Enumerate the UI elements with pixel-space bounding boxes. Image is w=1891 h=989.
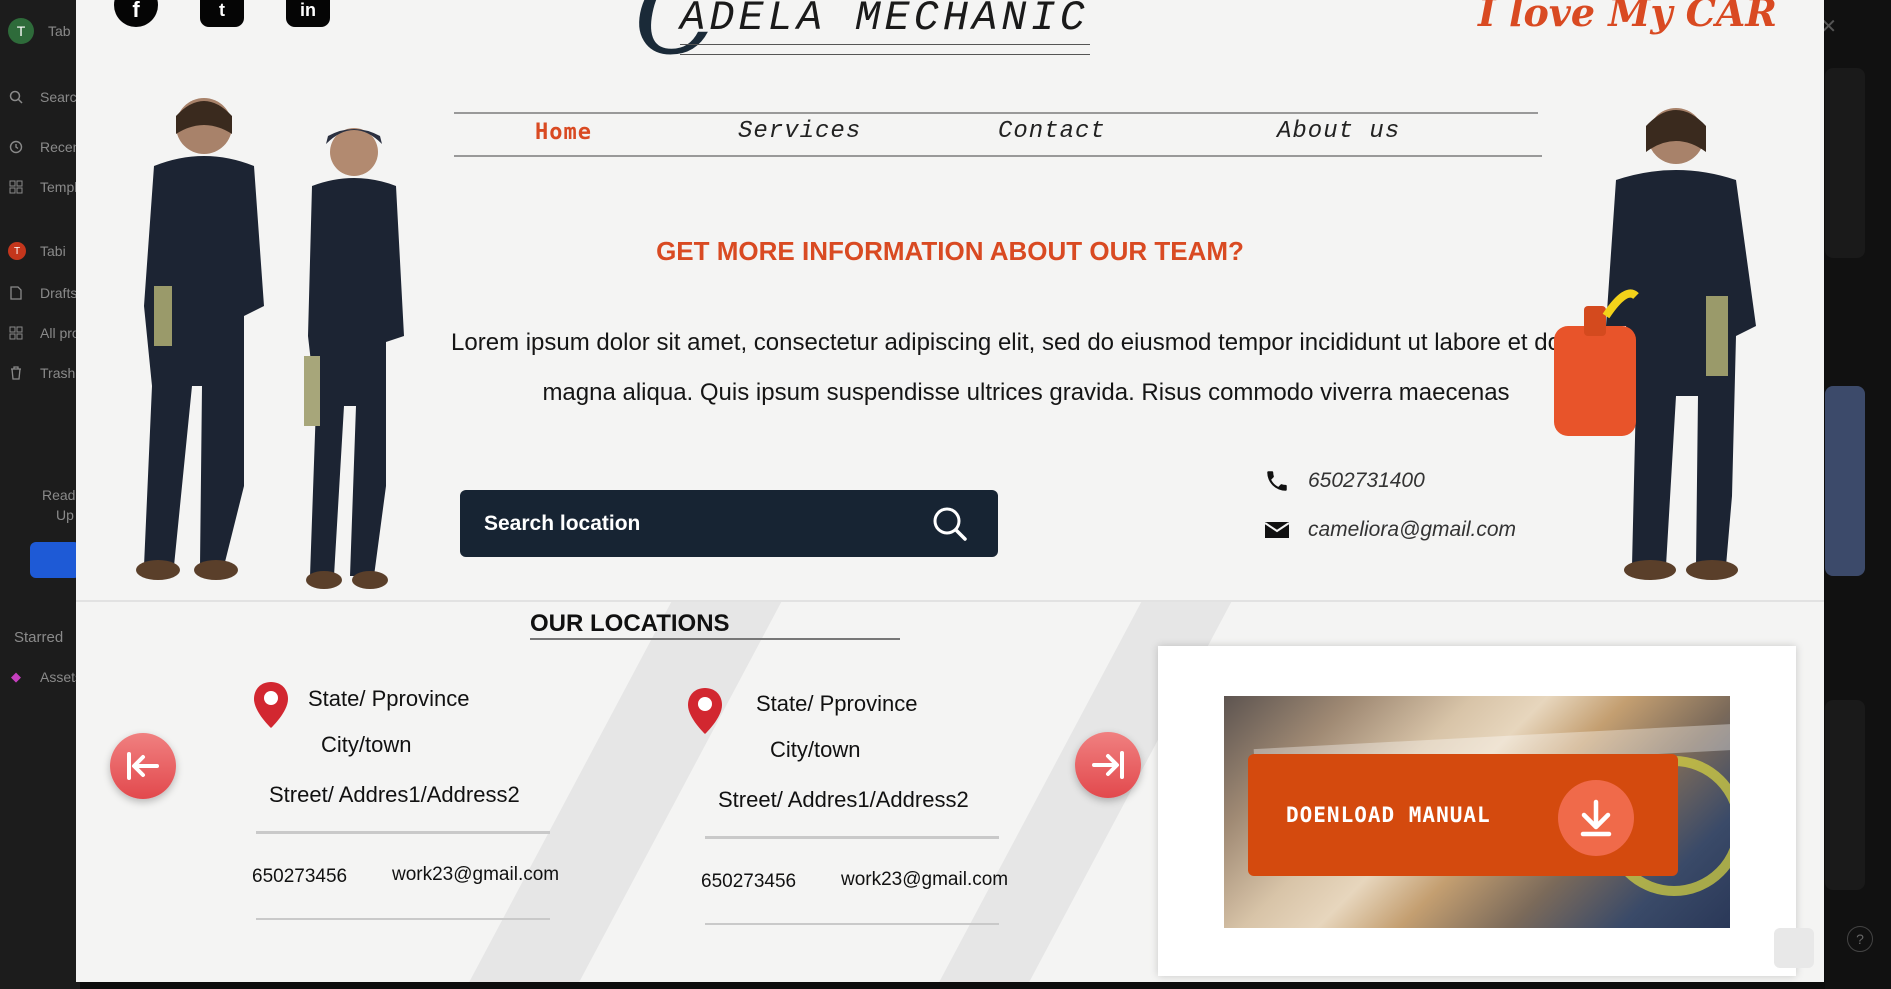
background-card: [1825, 700, 1865, 890]
download-panel: DOENLOAD MANUAL: [1158, 646, 1796, 976]
download-manual-button[interactable]: DOENLOAD MANUAL: [1248, 754, 1678, 876]
location-divider: [705, 836, 999, 839]
upgrade-text-2: Up: [56, 507, 74, 523]
map-pin-icon: [254, 682, 288, 728]
trash-icon: [8, 365, 24, 381]
location-email[interactable]: work23@gmail.com: [392, 864, 559, 886]
sidebar-item-search[interactable]: Search: [0, 82, 80, 112]
background-card: [1825, 386, 1865, 576]
sidebar-item-recents[interactable]: Recents: [0, 132, 80, 162]
nav-home[interactable]: Home: [535, 120, 592, 145]
phone-number: 6502731400: [1308, 469, 1425, 492]
linkedin-icon[interactable]: in: [286, 0, 330, 27]
logo-underline: [680, 44, 1090, 45]
tagline: I love My CAR: [1478, 0, 1777, 35]
sidebar-item-label: Recents: [40, 139, 80, 155]
section-divider: [76, 600, 1824, 602]
nav-divider-top: [454, 112, 1538, 114]
sidebar-item-drafts[interactable]: Drafts: [0, 278, 80, 308]
sidebar-item-trash[interactable]: Trash: [0, 358, 80, 388]
sidebar-item-label: All projects: [40, 325, 80, 341]
download-label: DOENLOAD MANUAL: [1286, 803, 1491, 827]
sidebar-item-label: Trash: [40, 365, 76, 381]
search-placeholder: Search location: [484, 511, 641, 535]
sidebar-item-label: Tabi: [40, 243, 66, 259]
sidebar-item-label: Templates: [40, 179, 80, 195]
background-sidebar: T Tab Search Recents Templates T Tabi: [0, 0, 80, 989]
mechanics-left-image: [136, 98, 404, 589]
locations-title: OUR LOCATIONS: [530, 610, 730, 637]
map-pin-icon: [688, 688, 722, 734]
nav-about-us[interactable]: About us: [1277, 118, 1400, 145]
sidebar-item-assets[interactable]: ◆ Assets: [0, 662, 80, 692]
grid-icon: [8, 325, 24, 341]
email-address: cameliora@gmail.com: [1308, 518, 1517, 541]
collapse-control[interactable]: [1774, 928, 1814, 968]
screen: T Tab Search Recents Templates T Tabi: [0, 0, 1891, 989]
location-state: State/ Pprovince: [756, 691, 918, 716]
location-phone[interactable]: 650273456: [252, 866, 347, 888]
team-icon: T: [8, 242, 26, 260]
mail-icon: [1262, 520, 1292, 540]
nav-services[interactable]: Services: [738, 118, 861, 145]
file-icon: [8, 285, 24, 301]
sidebar-item-label: Drafts: [40, 285, 78, 301]
nav-divider-bottom: [454, 155, 1542, 157]
avatar: T: [8, 18, 34, 44]
location-state: State/ Pprovince: [308, 686, 470, 711]
location-city: City/town: [321, 732, 412, 757]
location-email[interactable]: work23@gmail.com: [841, 869, 1008, 891]
contact-email[interactable]: cameliora@gmail.com: [1262, 518, 1516, 542]
logo-underline: [680, 54, 1090, 55]
search-location-input[interactable]: Search location: [460, 490, 998, 557]
arrow-right-icon: [1092, 751, 1124, 779]
search-icon: [8, 89, 24, 105]
team-switcher[interactable]: T Tab: [0, 16, 80, 46]
sidebar-item-team[interactable]: T Tabi: [0, 236, 80, 266]
locations-title-underline: [530, 638, 900, 640]
starred-label: Starred: [14, 628, 64, 646]
intro-paragraph: Lorem ipsum dolor sit amet, consectetur …: [451, 329, 1601, 406]
component-icon: ◆: [11, 669, 21, 684]
grid-icon: [8, 179, 24, 195]
sidebar-item-all-projects[interactable]: All projects: [0, 318, 80, 348]
sidebar-item-templates[interactable]: Templates: [0, 172, 80, 202]
help-icon[interactable]: ?: [1847, 926, 1873, 952]
location-phone[interactable]: 650273456: [701, 871, 796, 893]
search-icon[interactable]: [932, 506, 968, 542]
twitter-icon[interactable]: t: [200, 0, 244, 27]
location-city: City/town: [770, 737, 861, 762]
phone-icon: [1262, 468, 1292, 494]
location-divider: [256, 918, 550, 920]
nav-contact[interactable]: Contact: [998, 118, 1106, 145]
location-divider: [256, 831, 550, 834]
sidebar-item-label: Assets: [40, 669, 80, 685]
clock-icon: [8, 139, 24, 155]
background-right-panel: ?: [1825, 0, 1891, 989]
upgrade-button[interactable]: [30, 542, 80, 578]
contact-phone[interactable]: 6502731400: [1262, 468, 1425, 494]
mechanic-right-image: [1554, 108, 1756, 580]
facebook-icon[interactable]: f: [114, 0, 158, 27]
location-street: Street/ Addres1/Address2: [269, 782, 520, 807]
location-street: Street/ Addres1/Address2: [718, 787, 969, 812]
arrow-left-icon: [127, 752, 159, 780]
next-arrow-button[interactable]: [1075, 732, 1141, 798]
download-icon: [1558, 780, 1634, 856]
previous-arrow-button[interactable]: [110, 733, 176, 799]
design-frame: f t in C ADELA MECHANIC I love My CAR Ho…: [76, 0, 1824, 982]
team-label: Tab: [48, 23, 71, 39]
logo-text: ADELA MECHANIC: [680, 0, 1089, 42]
sidebar-item-label: Search: [40, 89, 80, 105]
location-divider: [705, 923, 999, 925]
background-card: [1825, 68, 1865, 258]
